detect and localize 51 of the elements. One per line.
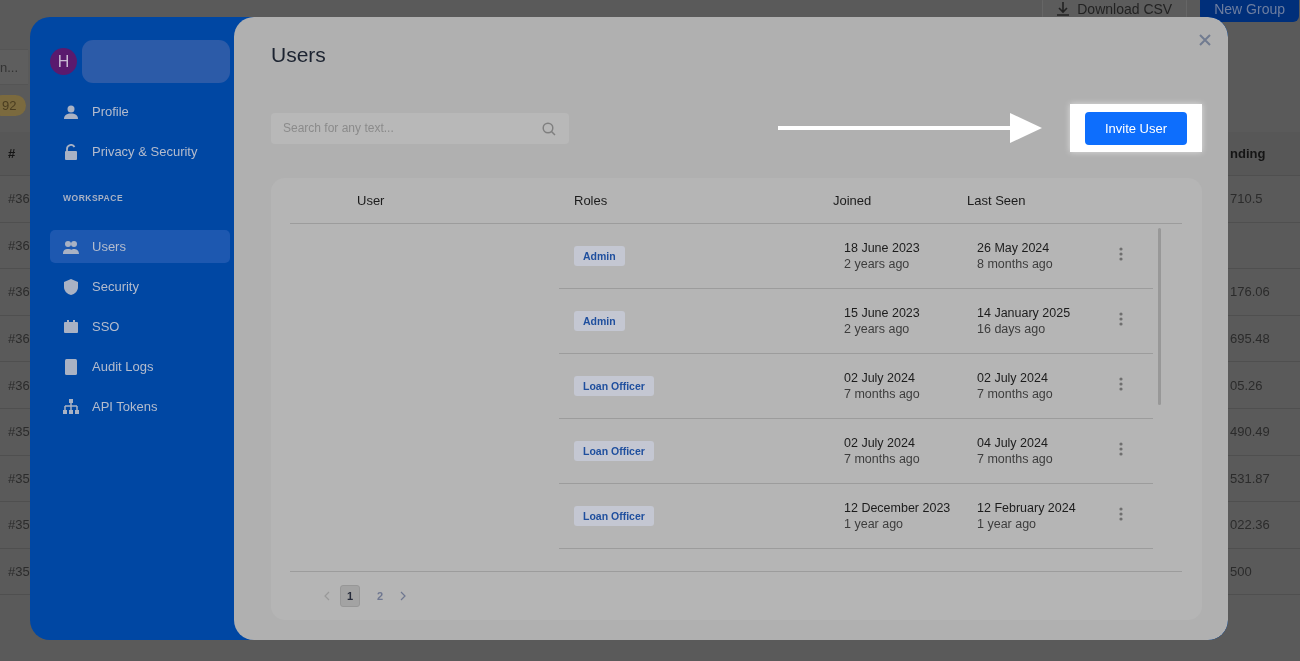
column-header: Last Seen: [966, 192, 1027, 208]
close-icon[interactable]: [1199, 34, 1211, 46]
invite-user-button[interactable]: Invite User: [1085, 111, 1187, 145]
shield-icon: [63, 278, 79, 295]
search-icon: [542, 121, 556, 136]
role-badge: Admin: [574, 310, 625, 331]
column-header: Roles: [573, 192, 609, 208]
role-badge: Loan Officer: [574, 440, 654, 461]
modal-title: Users: [271, 43, 326, 67]
kebab-menu-icon[interactable]: [1119, 376, 1123, 391]
last-seen-date: 12 February 2024 1 year ago: [976, 499, 1077, 532]
column-header: User: [356, 192, 386, 208]
last-seen-date: 04 July 2024 7 months ago: [976, 434, 1054, 467]
joined-date: 12 December 2023 1 year ago: [843, 499, 952, 532]
last-seen-date: 26 May 2024 8 months ago: [976, 239, 1054, 272]
sidebar-item[interactable]: Profile: [50, 95, 230, 128]
sidebar-item[interactable]: Audit Logs: [50, 350, 230, 383]
last-seen-date: 02 July 2024 7 months ago: [976, 369, 1054, 402]
last-seen-date: 14 January 2025 16 days ago: [976, 304, 1072, 337]
kebab-menu-icon[interactable]: [1119, 246, 1123, 261]
person-icon: [63, 103, 79, 120]
sidebar-item[interactable]: Privacy & Security: [50, 135, 230, 168]
sidebar-item[interactable]: SSO: [50, 310, 230, 343]
joined-date: 15 June 2023 2 years ago: [843, 304, 921, 337]
document-icon: [63, 358, 79, 375]
kebab-menu-icon[interactable]: [1119, 506, 1123, 521]
chevron-left-icon[interactable]: [324, 591, 330, 602]
joined-date: 18 June 2023 2 years ago: [843, 239, 921, 272]
kebab-menu-icon[interactable]: [1119, 441, 1123, 456]
sidebar-item[interactable]: Users: [50, 230, 230, 263]
hierarchy-icon: [63, 398, 79, 415]
column-header: nding: [1230, 146, 1267, 161]
card-icon: [63, 318, 79, 335]
joined-date: 02 July 2024 7 months ago: [843, 434, 921, 467]
padlock-icon: [63, 143, 79, 160]
avatar: H: [50, 48, 77, 75]
column-header: Joined: [832, 192, 873, 208]
sidebar-item[interactable]: API Tokens: [50, 390, 230, 423]
role-badge: Admin: [574, 245, 625, 266]
role-badge: Loan Officer: [574, 375, 654, 396]
sidebar-item[interactable]: Security: [50, 270, 230, 303]
people-icon: [63, 238, 79, 255]
download-icon: [1057, 1, 1070, 16]
new-group-button[interactable]: New Group: [1200, 0, 1299, 22]
page-button[interactable]: 1: [340, 585, 360, 608]
role-badge: Loan Officer: [574, 505, 654, 526]
column-header: #: [8, 146, 16, 161]
section-title: WORKSPACE: [63, 193, 125, 203]
chevron-right-icon[interactable]: [400, 591, 406, 602]
joined-date: 02 July 2024 7 months ago: [843, 369, 921, 402]
kebab-menu-icon[interactable]: [1119, 311, 1123, 326]
